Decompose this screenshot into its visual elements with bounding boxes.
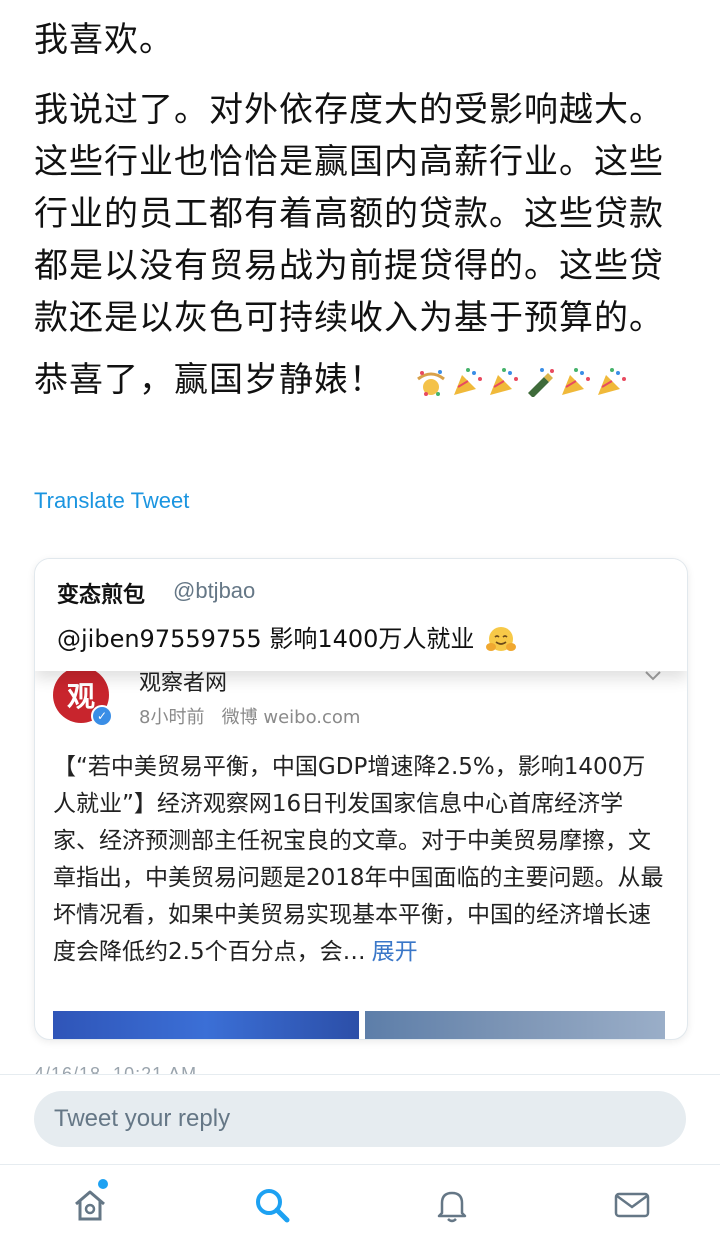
expand-link[interactable]: 展开 <box>372 939 418 965</box>
verified-badge-icon: ✓ <box>91 705 113 727</box>
tweet-body: 我喜欢。 我说过了。对外依存度大的受影响越大。这些行业也恰恰是赢国内高薪行业。这… <box>34 14 694 416</box>
tweet-paragraph: 我说过了。对外依存度大的受影响越大。这些行业也恰恰是赢国内高薪行业。这些行业的员… <box>34 90 664 338</box>
weibo-image[interactable] <box>53 1011 359 1039</box>
weibo-image[interactable] <box>365 1011 665 1039</box>
weibo-meta: 8小时前 微博 weibo.com <box>139 703 360 729</box>
bottom-tab-bar <box>0 1164 720 1247</box>
emoji-row <box>414 367 628 397</box>
reply-bar <box>0 1074 720 1165</box>
weibo-time: 8小时前 <box>139 707 205 728</box>
search-icon[interactable] <box>252 1185 292 1225</box>
reply-input[interactable] <box>34 1091 686 1147</box>
quoted-tweet[interactable]: 变态煎包 @btjbao @jiben97559755 影响1400万人就业 观… <box>34 558 688 1040</box>
quoted-author-name[interactable]: 变态煎包 <box>57 577 145 609</box>
translate-tweet-link[interactable]: Translate Tweet <box>34 488 189 514</box>
weibo-images <box>53 1011 665 1039</box>
party-popper-icon <box>561 367 590 395</box>
quoted-tweet-text: @jiben97559755 影响1400万人就业 <box>57 619 517 654</box>
party-popper-icon <box>453 367 482 395</box>
tweet-paragraph-with-emojis: 恭喜了，赢国岁静婊！ <box>34 354 694 406</box>
party-popper-icon <box>597 367 626 395</box>
notification-dot <box>98 1179 108 1189</box>
home-icon[interactable] <box>70 1185 110 1225</box>
weibo-source: 微博 weibo.com <box>221 707 361 728</box>
quoted-tweet-header: 变态煎包 @btjbao @jiben97559755 影响1400万人就业 <box>35 559 687 671</box>
confetti-ball-icon <box>416 369 445 396</box>
weibo-text-content: 【“若中美贸易平衡，中国GDP增速降2.5%，影响1400万人就业”】经济观察网… <box>53 754 664 965</box>
tweet-paragraph: 我喜欢。 <box>34 20 174 60</box>
hugging-face-icon <box>486 627 517 651</box>
embedded-weibo-post: 观 ✓ 观察者网 8小时前 微博 weibo.com 【“若中美贸易平衡，中国G… <box>35 659 687 1039</box>
weibo-avatar-text: 观 <box>66 680 95 713</box>
bell-icon[interactable] <box>432 1185 472 1225</box>
weibo-text: 【“若中美贸易平衡，中国GDP增速降2.5%，影响1400万人就业”】经济观察网… <box>53 749 665 971</box>
mail-icon[interactable] <box>612 1185 652 1225</box>
party-popper-icon <box>489 367 518 395</box>
champagne-icon <box>527 367 554 397</box>
tweet-paragraph: 恭喜了，赢国岁静婊！ <box>34 360 384 400</box>
quoted-tweet-text-content: @jiben97559755 影响1400万人就业 <box>57 625 475 653</box>
quoted-author-handle[interactable]: @btjbao <box>173 578 255 604</box>
